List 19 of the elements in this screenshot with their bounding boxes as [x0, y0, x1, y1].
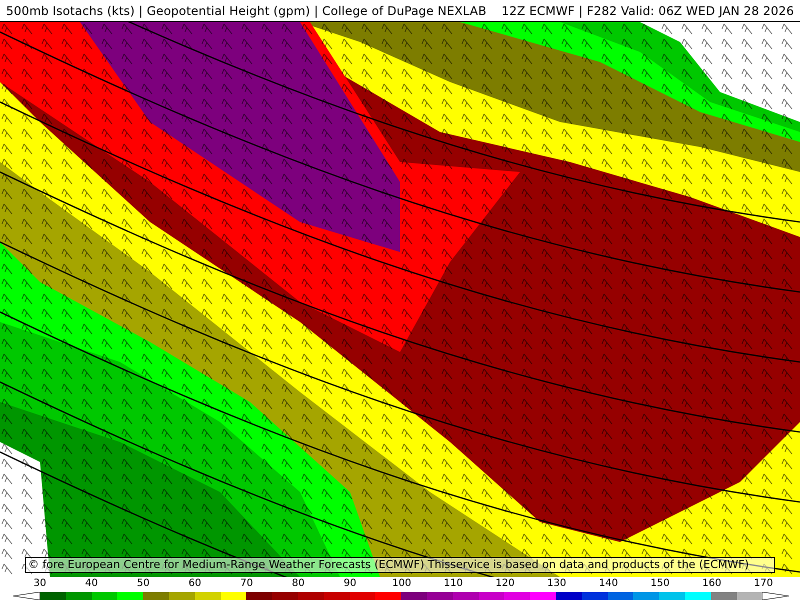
legend-tick-label: 60	[188, 577, 202, 590]
legend-tick-label: 90	[342, 577, 358, 590]
legend-tick-label: 40	[84, 577, 99, 590]
legend-tick-label: 150	[650, 577, 671, 590]
legend-tick-label: 170	[752, 577, 774, 590]
model-run-label: 12Z ECMWF | F282 Valid: 06Z WED JAN 28 2026	[501, 4, 794, 18]
legend-tick-label: 70	[239, 577, 254, 590]
legend-tick-label: 100	[391, 577, 412, 590]
legend-tick-label: 30	[32, 577, 48, 590]
legend-left-arrow-icon	[13, 592, 40, 600]
legend-tick-label: 120	[494, 577, 516, 590]
map-title: 500mb Isotachs (kts) | Geopotential Height (gpm) | College of DuPage NEXLAB	[6, 4, 486, 18]
legend-tick-label: 80	[290, 577, 306, 590]
legend-tick-label: 50	[136, 577, 151, 590]
legend-tick-label: 130	[546, 577, 568, 590]
legend-right-arrow-icon	[762, 592, 790, 600]
legend-tick-label: 110	[442, 577, 464, 590]
legend-tick-label: 160	[701, 577, 722, 590]
legend-tick-label: 140	[598, 577, 619, 590]
